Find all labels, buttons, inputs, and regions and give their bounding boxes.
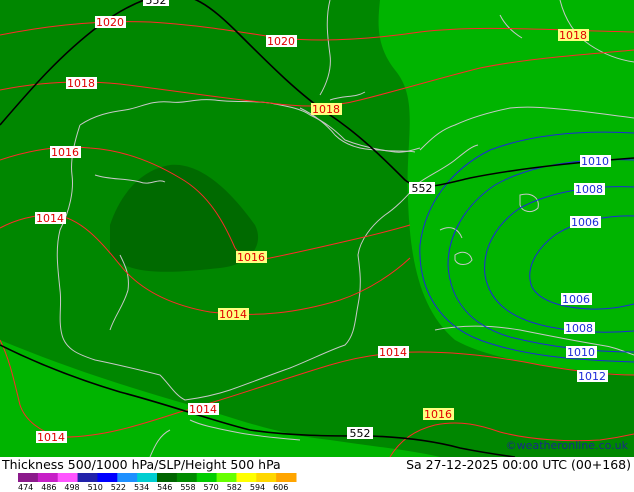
label-isobar-1016: 1016 [424, 408, 452, 421]
label-isobar-1014: 1014 [189, 403, 217, 416]
color-scale-tick: 594 [249, 483, 266, 492]
label-isobar-1014: 1014 [379, 346, 407, 359]
label-isobar-1012: 1012 [578, 370, 606, 383]
label-isobar-1008: 1008 [575, 183, 603, 196]
label-isobar-1018: 1018 [67, 77, 95, 90]
label-isobar-1018: 1018 [559, 29, 587, 42]
color-scale-tick: 546 [157, 483, 173, 492]
credit-link[interactable]: ©weatheronline.co.uk [506, 439, 628, 452]
label-isobar-1014: 1014 [219, 308, 247, 321]
forecast-map-panel: 552 552 552 1020 1020 1018 1018 1018 101… [0, 0, 634, 492]
label-isobar-1020: 1020 [96, 16, 124, 29]
color-scale-swatch [157, 473, 178, 482]
color-scale-swatch [57, 473, 79, 482]
color-scale-tick: 486 [41, 483, 57, 492]
label-height-552-bottom: 552 [350, 427, 371, 440]
color-scale-swatch [276, 473, 297, 482]
color-scale-swatch [18, 473, 39, 482]
color-scale-tick: 534 [133, 483, 150, 492]
map-title: Thickness 500/1000 hPa/SLP/Height 500 hP… [2, 457, 281, 472]
color-scale-swatch [37, 473, 59, 482]
label-isobar-1010: 1010 [567, 346, 595, 359]
color-scale-tick: 570 [203, 483, 219, 492]
weather-map: 552 552 552 1020 1020 1018 1018 1018 101… [0, 0, 634, 457]
color-scale-swatch [176, 473, 198, 482]
label-isobar-1014: 1014 [36, 212, 64, 225]
color-scale [18, 473, 297, 482]
map-footer: ©weatheronline.co.uk Thickness 500/1000 … [0, 439, 634, 492]
color-scale-tick: 558 [180, 483, 196, 492]
label-isobar-1016: 1016 [51, 146, 79, 159]
color-scale-tick: 582 [226, 483, 242, 492]
label-height-552-top: 552 [146, 0, 167, 7]
color-scale-swatch [77, 473, 98, 482]
color-scale-ticks: 474 486 498 510 522 534 546 558 570 582 594 606 [18, 483, 296, 492]
forecast-datetime: Sa 27-12-2025 00:00 UTC (00+168) [406, 457, 631, 472]
label-isobar-1016: 1016 [237, 251, 265, 264]
label-isobar-1018: 1018 [312, 103, 340, 116]
color-scale-tick: 606 [273, 483, 289, 492]
label-isobar-1020: 1020 [267, 35, 295, 48]
color-scale-swatch [256, 473, 277, 482]
color-scale-tick: 522 [110, 483, 127, 492]
color-scale-swatch [117, 473, 138, 482]
color-scale-tick: 510 [87, 483, 103, 492]
label-isobar-1008: 1008 [565, 322, 593, 335]
label-isobar-1006: 1006 [562, 293, 590, 306]
color-scale-tick: 498 [64, 483, 80, 492]
label-isobar-1014: 1014 [37, 431, 65, 444]
color-scale-swatch [216, 473, 237, 482]
label-isobar-1010: 1010 [581, 155, 609, 168]
color-scale-swatch [236, 473, 257, 482]
label-isobar-1006: 1006 [571, 216, 599, 229]
color-scale-tick: 474 [18, 483, 34, 492]
color-scale-swatch [137, 473, 158, 482]
color-scale-swatch [196, 473, 218, 482]
color-scale-swatch [97, 473, 118, 482]
label-height-552-mid: 552 [412, 182, 433, 195]
